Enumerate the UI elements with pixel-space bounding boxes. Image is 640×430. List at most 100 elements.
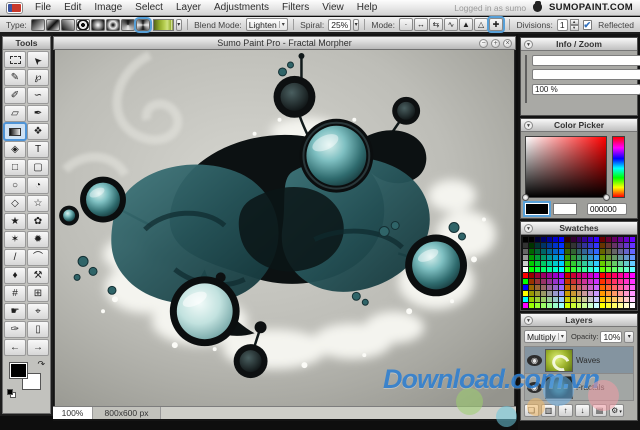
menu-help[interactable]: Help bbox=[357, 2, 378, 13]
swatch[interactable] bbox=[582, 303, 587, 308]
gradient-type-linear[interactable] bbox=[31, 19, 45, 31]
swatch[interactable] bbox=[565, 261, 570, 266]
swatch[interactable] bbox=[553, 237, 558, 242]
swatch[interactable] bbox=[553, 297, 558, 302]
symmetry-tool[interactable]: ❖ bbox=[27, 123, 49, 140]
swatch[interactable] bbox=[571, 285, 576, 290]
swatch[interactable] bbox=[630, 297, 635, 302]
swatch[interactable] bbox=[535, 261, 540, 266]
swatch[interactable] bbox=[588, 243, 593, 248]
move-tool[interactable]: ➤ bbox=[27, 51, 49, 68]
mode-triangle-outline-button[interactable]: △ bbox=[474, 18, 488, 31]
menu-adjustments[interactable]: Adjustments bbox=[214, 2, 269, 13]
swatch[interactable] bbox=[582, 255, 587, 260]
foreground-color-chip[interactable] bbox=[10, 363, 27, 378]
zoom-level[interactable]: 100% bbox=[53, 407, 93, 419]
swatch[interactable] bbox=[559, 237, 564, 242]
swatch[interactable] bbox=[559, 297, 564, 302]
swatch[interactable] bbox=[618, 291, 623, 296]
swatch[interactable] bbox=[535, 303, 540, 308]
maximize-button[interactable]: + bbox=[491, 39, 500, 48]
hue-slider[interactable] bbox=[612, 136, 625, 198]
swatch[interactable] bbox=[577, 243, 582, 248]
mode-line-button[interactable]: ↔ bbox=[414, 18, 428, 31]
swatch[interactable] bbox=[529, 255, 534, 260]
swatch[interactable] bbox=[529, 303, 534, 308]
swatch[interactable] bbox=[547, 255, 552, 260]
swatch[interactable] bbox=[541, 255, 546, 260]
menu-view[interactable]: View bbox=[322, 2, 344, 13]
swatch[interactable] bbox=[577, 237, 582, 242]
frame-tool[interactable]: ▯ bbox=[27, 321, 49, 338]
swatch[interactable] bbox=[523, 297, 528, 302]
swatch[interactable] bbox=[559, 273, 564, 278]
swatch[interactable] bbox=[553, 255, 558, 260]
swatch[interactable] bbox=[582, 267, 587, 272]
swatch[interactable] bbox=[618, 237, 623, 242]
gradient-type-reflected[interactable] bbox=[46, 19, 60, 31]
mode-cross-button[interactable]: ✚ bbox=[489, 18, 503, 31]
swatch[interactable] bbox=[630, 249, 635, 254]
swatch[interactable] bbox=[606, 255, 611, 260]
swatch[interactable] bbox=[553, 303, 558, 308]
swatch[interactable] bbox=[577, 303, 582, 308]
swatch[interactable] bbox=[541, 285, 546, 290]
swatch[interactable] bbox=[594, 285, 599, 290]
swatch[interactable] bbox=[630, 285, 635, 290]
swatch[interactable] bbox=[600, 279, 605, 284]
swatch[interactable] bbox=[547, 303, 552, 308]
curve-tool[interactable]: ⌒ bbox=[27, 249, 49, 266]
swatch[interactable] bbox=[594, 273, 599, 278]
swatch[interactable] bbox=[565, 249, 570, 254]
swatch[interactable] bbox=[571, 261, 576, 266]
swatch[interactable] bbox=[541, 273, 546, 278]
swatch[interactable] bbox=[630, 267, 635, 272]
rectangle-shape-tool[interactable]: □ bbox=[4, 159, 26, 176]
swatch[interactable] bbox=[547, 237, 552, 242]
layer-row-waves[interactable]: ◉Waves bbox=[525, 347, 633, 374]
canvas-artwork[interactable] bbox=[55, 50, 515, 406]
swatch[interactable] bbox=[523, 303, 528, 308]
swatch[interactable] bbox=[577, 255, 582, 260]
star-2-shape-tool[interactable]: ★ bbox=[4, 213, 26, 230]
layer-visibility-toggle[interactable]: ◉ bbox=[527, 355, 542, 366]
swatch[interactable] bbox=[571, 267, 576, 272]
swatch[interactable] bbox=[529, 261, 534, 266]
divisions-value[interactable]: 1 bbox=[557, 19, 568, 31]
swatch[interactable] bbox=[600, 255, 605, 260]
swatch[interactable] bbox=[523, 291, 528, 296]
swatch[interactable] bbox=[594, 249, 599, 254]
swatch[interactable] bbox=[624, 297, 629, 302]
swatch[interactable] bbox=[571, 303, 576, 308]
swatch[interactable] bbox=[553, 261, 558, 266]
swatch[interactable] bbox=[529, 243, 534, 248]
swatch[interactable] bbox=[624, 237, 629, 242]
swatch[interactable] bbox=[535, 267, 540, 272]
swatch[interactable] bbox=[559, 243, 564, 248]
swatch[interactable] bbox=[523, 261, 528, 266]
swatch[interactable] bbox=[600, 243, 605, 248]
opacity-value[interactable]: 10% bbox=[600, 331, 622, 343]
swatch[interactable] bbox=[523, 243, 528, 248]
swatch[interactable] bbox=[618, 279, 623, 284]
hex-color-input[interactable] bbox=[587, 203, 627, 215]
swatch[interactable] bbox=[630, 261, 635, 266]
opacity-dropdown-button[interactable]: ▾ bbox=[624, 331, 634, 343]
swatch[interactable] bbox=[529, 267, 534, 272]
picker-foreground-chip[interactable] bbox=[525, 203, 549, 215]
swatch[interactable] bbox=[523, 255, 528, 260]
collapse-icon[interactable]: ▼ bbox=[524, 121, 533, 130]
swatch[interactable] bbox=[600, 273, 605, 278]
swatch[interactable] bbox=[612, 273, 617, 278]
swatch[interactable] bbox=[565, 273, 570, 278]
swatch[interactable] bbox=[618, 273, 623, 278]
swatch[interactable] bbox=[559, 249, 564, 254]
swatch[interactable] bbox=[547, 267, 552, 272]
swatch[interactable] bbox=[571, 291, 576, 296]
swatch[interactable] bbox=[594, 243, 599, 248]
swatch[interactable] bbox=[535, 279, 540, 284]
x-coordinate-input[interactable] bbox=[532, 55, 640, 66]
layer-down-button[interactable]: ↓ bbox=[575, 404, 590, 417]
swap-colors-icon[interactable]: ↷ bbox=[37, 360, 45, 368]
swatch[interactable] bbox=[523, 249, 528, 254]
